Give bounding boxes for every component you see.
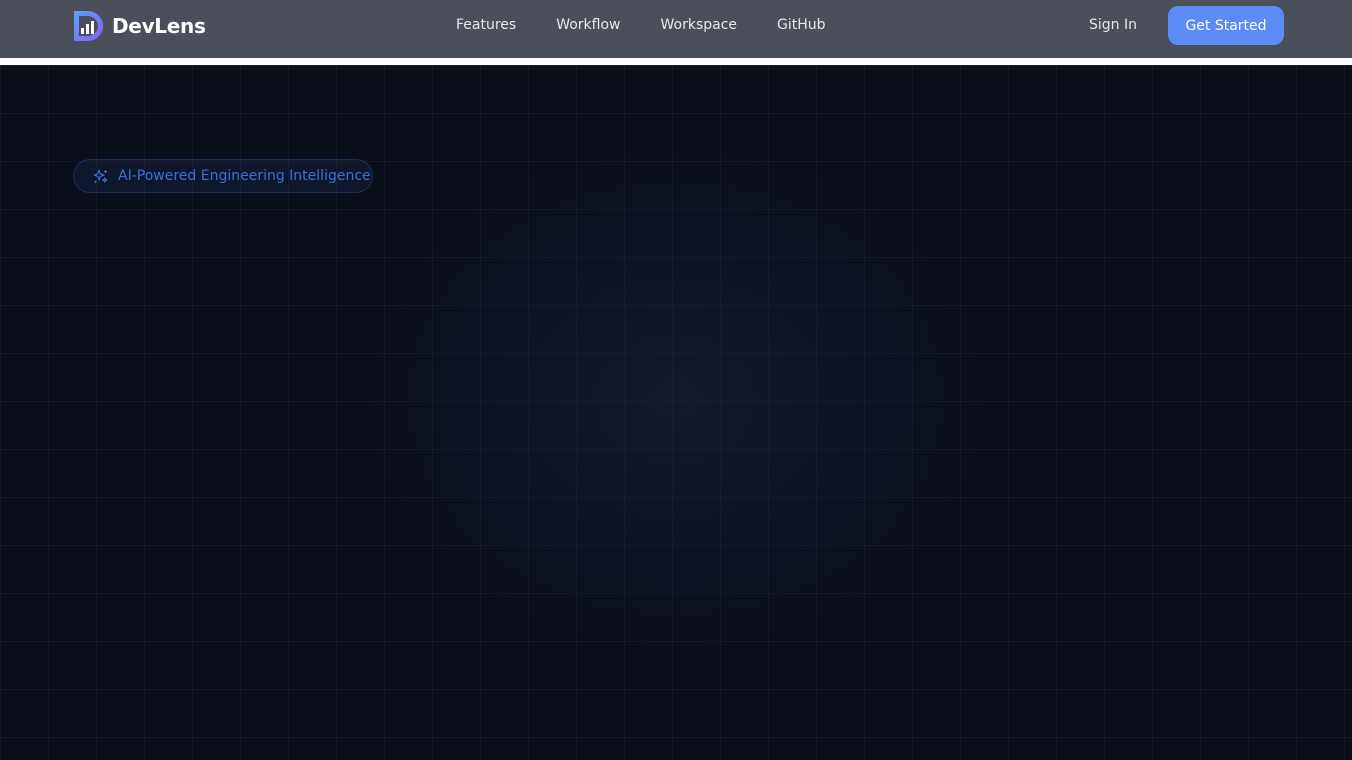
- primary-nav: Features Workflow Workspace GitHub: [456, 0, 826, 50]
- sign-in-link[interactable]: Sign In: [1089, 0, 1137, 50]
- nav-link-workflow[interactable]: Workflow: [556, 17, 620, 33]
- nav-link-github[interactable]: GitHub: [777, 17, 826, 33]
- hero-badge: AI-Powered Engineering Intelligence: [73, 159, 373, 193]
- top-navbar: DevLens Features Workflow Workspace GitH…: [0, 0, 1352, 58]
- hero-section: AI-Powered Engineering Intelligence: [0, 65, 1352, 760]
- nav-link-workspace[interactable]: Workspace: [661, 17, 738, 33]
- brand-name: DevLens: [112, 14, 206, 38]
- nav-link-features[interactable]: Features: [456, 17, 516, 33]
- hero-badge-text: AI-Powered Engineering Intelligence: [118, 168, 371, 184]
- sparkles-icon: [93, 169, 108, 183]
- brand-home-link[interactable]: DevLens: [72, 8, 206, 44]
- get-started-button[interactable]: Get Started: [1168, 6, 1284, 45]
- devlens-logo-icon: [74, 11, 103, 41]
